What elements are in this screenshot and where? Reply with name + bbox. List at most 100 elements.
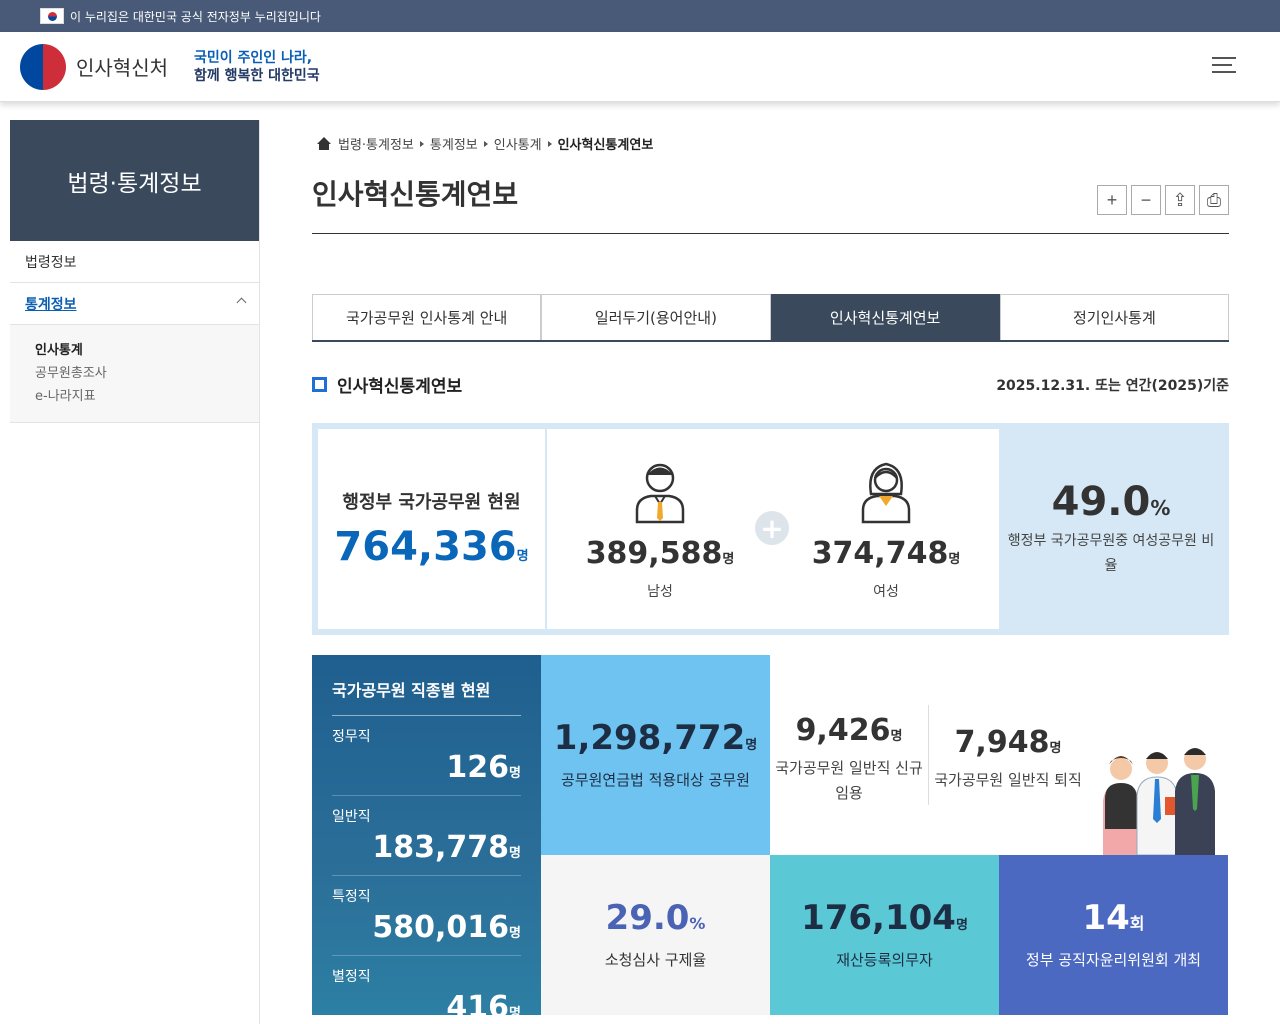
hire-number: 9,426 [795,712,891,748]
sidebar-item-label: 통계정보 [25,296,77,313]
job-kind-label: 정무직 [332,729,371,745]
print-button[interactable]: ⎙ [1199,185,1229,215]
korea-flag-icon [40,8,64,24]
pension-unit: 명 [745,737,758,753]
female-stat: 374,748명 여성 [812,458,961,601]
breadcrumb-separator-icon [483,140,488,147]
tab-glossary[interactable]: 일러두기(용어안내) [541,294,771,340]
zoom-out-button[interactable]: − [1131,185,1161,215]
breadcrumb: 법령·통계정보 통계정보 인사통계 인사혁신통계연보 [312,134,1229,153]
retire-label: 국가공무원 일반직 퇴직 [934,771,1082,789]
section-title: 인사혁신통계연보 [312,372,462,397]
appeal-label: 소청심사 구제율 [604,950,707,969]
org-name[interactable]: 인사혁신처 [76,52,168,81]
female-value: 374,748명 [812,536,961,571]
male-value: 389,588명 [586,536,735,571]
tab-regular-stats[interactable]: 정기인사통계 [999,294,1229,340]
breadcrumb-item[interactable]: 인사통계 [494,134,542,153]
female-officer-icon [861,462,911,523]
breadcrumb-item[interactable]: 통계정보 [430,134,478,153]
sidebar-item-stats-info[interactable]: 통계정보 [10,283,259,325]
job-kind-number: 183,778 [372,830,510,865]
male-stat: 389,588명 남성 [586,458,735,601]
ratio-unit: % [1150,496,1171,520]
page-title: 인사혁신통계연보 [312,178,519,211]
hire-value: 9,426명 [770,713,928,748]
job-kind-number: 580,016 [372,910,510,945]
hamburger-menu-icon[interactable] [1212,57,1236,75]
job-kind-number: 416 [446,990,510,1024]
job-kind-row: 일반직 183,778명 [332,796,521,876]
submenu-item-hr-stats[interactable]: 인사통계 [35,339,234,362]
stats-grid: 국가공무원 직종별 현원 정무직 126명 일반직 183,778명 특정직 5… [312,655,1229,1024]
officials-illustration-icon [1103,748,1215,855]
summary-box: 행정부 국가공무원 현원 764,336명 389,588명 남성 + 374,… [312,423,1229,635]
ethics-value: 14회 [1082,898,1144,938]
job-kind-unit: 명 [509,766,521,781]
job-kind-panel: 국가공무원 직종별 현원 정무직 126명 일반직 183,778명 특정직 5… [312,655,541,1024]
female-ratio-card: 49.0% 행정부 국가공무원중 여성공무원 비율 [999,429,1223,629]
section-header: 인사혁신통계연보 2025.12.31. 또는 연간(2025)기준 [312,372,1229,397]
job-kind-row: 별정직 416명 [332,956,521,1024]
retire-value: 7,948명 [929,725,1087,760]
male-number: 389,588 [585,535,723,571]
appeal-number: 29.0 [605,897,690,938]
section-date: 2025.12.31. 또는 연간(2025)기준 [996,377,1229,394]
total-value: 764,336명 [334,524,528,570]
asset-tile: 176,104명 재산등록의무자 [770,855,999,1015]
hire-unit: 명 [890,728,903,744]
job-kind-value: 183,778명 [332,830,521,865]
female-number: 374,748 [811,535,949,571]
ethics-tile: 14회 정부 공직자윤리위원회 개최 [999,855,1228,1015]
taegeuk-logo-icon[interactable] [20,43,66,90]
sidebar-item-law-info[interactable]: 법령정보 [10,241,259,283]
square-bullet-icon [312,377,327,392]
slogan-line2: 함께 행복한 대한민국 [194,67,320,84]
tiles-bottom-row: 29.0% 소청심사 구제율 176,104명 재산등록의무자 14회 정부 공… [541,855,1229,1015]
title-row: 인사혁신통계연보 + − ⇪ ⎙ [312,173,1229,234]
asset-number: 176,104 [801,897,956,938]
ethics-number: 14 [1082,897,1130,938]
job-kind-value: 416명 [332,990,521,1024]
breadcrumb-current: 인사혁신통계연보 [557,138,654,153]
main-content: 법령·통계정보 통계정보 인사통계 인사혁신통계연보 인사혁신통계연보 + − … [312,102,1229,1024]
job-kind-value: 580,016명 [332,910,521,945]
tab-bar: 국가공무원 인사통계 안내 일러두기(용어안내) 인사혁신통계연보 정기인사통계 [312,294,1229,342]
sidebar: 법령·통계정보 법령정보 통계정보 인사통계 공무원총조사 e-나라지표 [10,120,260,1024]
appeal-tile: 29.0% 소청심사 구제율 [541,855,770,1015]
slogan: 국민이 주인인 나라, 함께 행복한 대한민국 [194,49,320,85]
gov-banner: 이 누리집은 대한민국 공식 전자정부 누리집입니다 [0,0,1280,32]
ethics-unit: 회 [1129,913,1145,933]
zoom-in-button[interactable]: + [1097,185,1127,215]
job-kind-label: 특정직 [332,889,371,905]
retire-stat: 7,948명 국가공무원 일반직 퇴직 [929,717,1087,793]
hire-label: 국가공무원 일반직 신규임용 [775,758,923,802]
retire-number: 7,948 [954,725,1050,760]
total-unit: 명 [516,549,529,564]
tab-hr-stats-guide[interactable]: 국가공무원 인사통계 안내 [312,294,542,340]
job-kind-row: 특정직 580,016명 [332,876,521,956]
total-label: 행정부 국가공무원 현원 [342,492,521,513]
hire-retire-tile: 9,426명 국가공무원 일반직 신규임용 7,948명 국가공무원 일반직 퇴… [770,655,1229,855]
female-unit: 명 [948,551,961,567]
submenu-item-e-nara[interactable]: e-나라지표 [35,385,234,408]
breadcrumb-item[interactable]: 법령·통계정보 [338,134,414,153]
job-kind-unit: 명 [509,1006,521,1021]
pension-number: 1,298,772 [553,717,746,758]
breadcrumb-separator-icon [419,140,424,147]
stats-tiles: 1,298,772명 공무원연금법 적용대상 공무원 9,426명 국가공무원 … [541,655,1229,1015]
section-title-text: 인사혁신통계연보 [337,377,463,397]
job-kind-label: 일반직 [332,809,371,825]
submenu-item-census[interactable]: 공무원총조사 [35,362,234,385]
appeal-value: 29.0% [606,898,706,938]
tab-yearbook[interactable]: 인사혁신통계연보 [770,294,1000,340]
chevron-up-icon[interactable] [236,297,247,308]
job-kind-title: 국가공무원 직종별 현원 [332,677,521,716]
total-card: 행정부 국가공무원 현원 764,336명 [318,429,545,629]
hire-stat: 9,426명 국가공무원 일반직 신규임용 [770,705,928,806]
plus-icon: + [755,511,789,545]
job-kind-unit: 명 [509,846,521,861]
share-button[interactable]: ⇪ [1165,185,1195,215]
ratio-number: 49.0 [1051,479,1151,525]
home-icon[interactable] [316,136,332,151]
